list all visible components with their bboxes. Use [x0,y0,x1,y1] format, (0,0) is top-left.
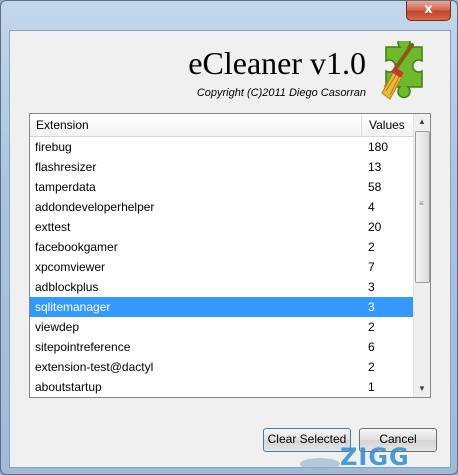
extension-name: facebookgamer [35,240,118,254]
dialog-client-area: eCleaner v1.0 Copyright (C)2011 Diego Ca… [9,30,451,471]
extension-name: extension-test@dactyl [35,360,154,374]
extension-value: 20 [368,220,382,234]
scroll-up-arrow-icon[interactable]: ▲ [414,114,430,130]
list-header: Extension Values [30,114,413,137]
extension-name: firebug [35,140,72,154]
extension-value: 2 [368,240,375,254]
table-row[interactable]: xpcomviewer 7 [30,257,413,277]
table-row[interactable]: tamperdata 58 [30,177,413,197]
fish-icon [300,458,340,470]
dialog-window: x eCleaner v1.0 Copyright (C)2011 Diego … [0,0,458,475]
scrollbar-thumb[interactable]: ≡ [415,131,430,283]
copyright-text: Copyright (C)2011 Diego Casorran [196,87,366,99]
extension-value: 58 [368,180,382,194]
extension-value: 2 [368,320,375,334]
list-rows: firebug 180 flashresizer 13 tamperdata 58 addo… [30,137,413,397]
extension-name: exttest [35,220,71,234]
extension-name: sitepointreference [35,340,131,354]
extension-value: 3 [368,280,375,294]
column-header-extension[interactable]: Extension [30,114,362,136]
extension-name: addondeveloperhelper [35,200,155,214]
table-row[interactable]: addondeveloperhelper 4 [30,197,413,217]
extension-name: aboutstartup [35,380,102,394]
column-header-values[interactable]: Values [363,114,413,136]
table-row[interactable]: adblockplus 3 [30,277,413,297]
watermark-text: ZIGG [340,443,410,471]
table-row[interactable]: exttest 20 [30,217,413,237]
ziggi-watermark-logo: ZIGG [300,443,450,471]
vertical-scrollbar[interactable]: ▲ ≡ ▼ [413,114,430,397]
table-row[interactable]: sqlitemanager 3 [30,297,413,317]
extension-name: adblockplus [35,280,99,294]
extension-value: 7 [368,260,375,274]
grip-icon: ≡ [419,199,424,208]
extension-name: flashresizer [35,160,97,174]
extension-value: 13 [368,160,382,174]
table-row[interactable]: extension-test@dactyl 2 [30,357,413,377]
extension-value: 180 [368,140,389,154]
extension-name: xpcomviewer [35,260,106,274]
extension-value: 3 [368,300,375,314]
app-title: eCleaner v1.0 [188,45,366,81]
extension-name: sqlitemanager [35,300,111,314]
extension-value: 6 [368,340,375,354]
table-row[interactable]: aboutstartup 1 [30,377,413,397]
table-row[interactable]: viewdep 2 [30,317,413,337]
extension-value: 1 [368,380,375,394]
extension-name: tamperdata [35,180,96,194]
extensions-list[interactable]: Extension Values firebug 180 flashresizer 1… [29,113,431,398]
broom-puzzle-icon [381,41,423,100]
table-row[interactable]: firebug 180 [30,137,413,157]
table-row[interactable]: sitepointreference 6 [30,337,413,357]
scroll-down-arrow-icon[interactable]: ▼ [414,381,430,397]
table-row[interactable]: flashresizer 13 [30,157,413,177]
table-row[interactable]: facebookgamer 2 [30,237,413,257]
extension-name: viewdep [35,320,80,334]
extension-value: 2 [368,360,375,374]
close-button[interactable]: x [406,1,451,21]
extension-value: 4 [368,200,375,214]
